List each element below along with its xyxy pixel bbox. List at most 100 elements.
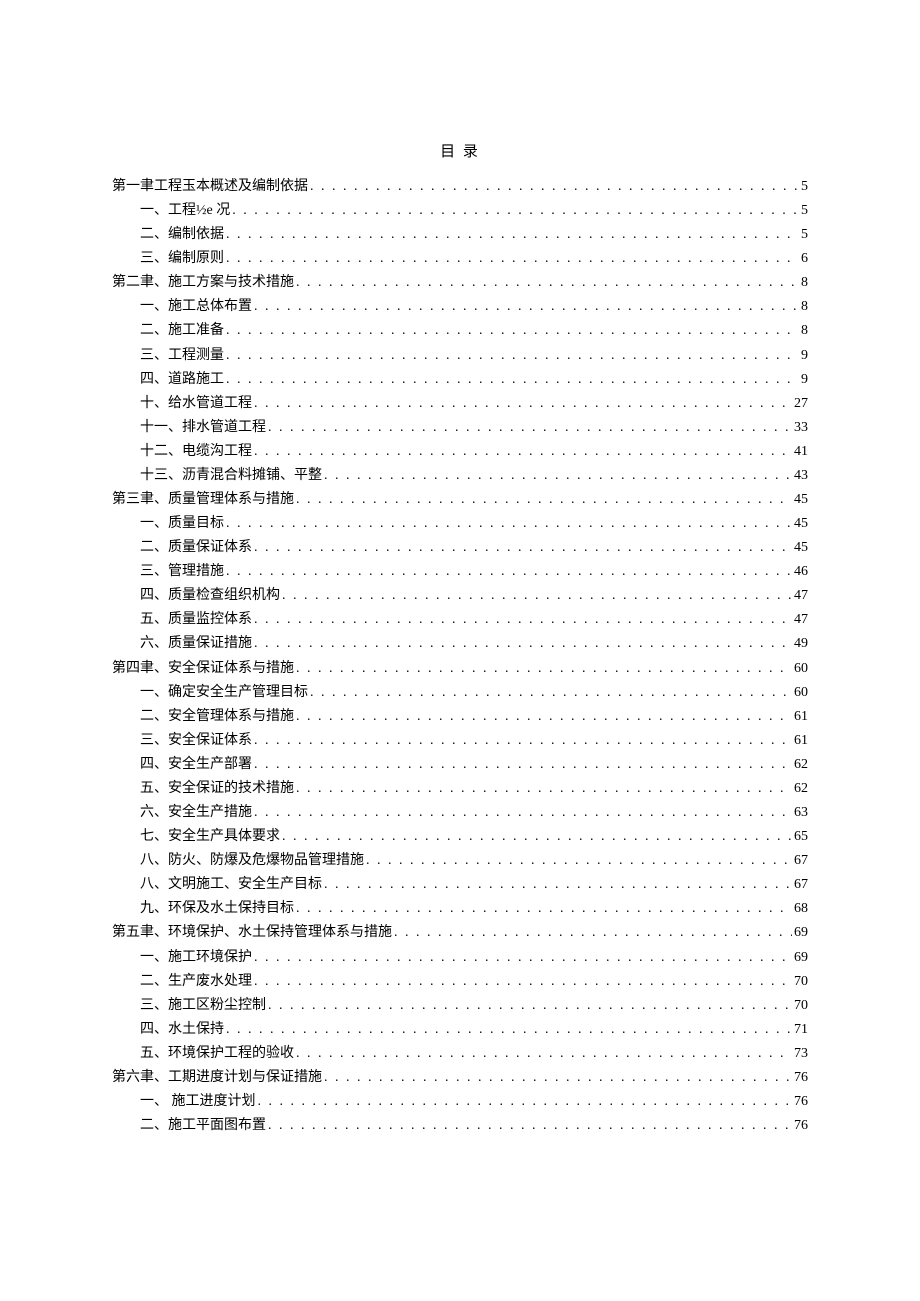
toc-leader-dots [254,970,792,994]
toc-entry-label: 八、防火、防爆及危爆物品管理措施 [140,849,366,873]
toc-leader-dots [366,849,792,873]
toc-leader-dots [282,584,792,608]
toc-entry-label: 一、确定安全生产管理目标 [140,681,310,705]
toc-entry: 二、编制依据 5 [112,223,808,247]
toc-leader-dots [296,271,799,295]
toc-entry-page: 45 [792,512,808,536]
toc-entry-page: 46 [792,560,808,584]
toc-entry-page: 76 [792,1066,808,1090]
toc-entry-page: 67 [792,873,808,897]
toc-entry: 十三、沥青混合料摊铺、平整 43 [112,464,808,488]
toc-entry-label: 三、安全保证体系 [140,729,254,753]
toc-entry-label: 四、道路施工 [140,368,226,392]
toc-entry-page: 61 [792,705,808,729]
toc-entry: 八、防火、防爆及危爆物品管理措施 67 [112,849,808,873]
toc-leader-dots [268,1114,792,1138]
toc-entry: 二、生产废水处理70 [112,970,808,994]
toc-entry-label: 二、质量保证体系 [140,536,254,560]
toc-leader-dots [324,873,792,897]
toc-leader-dots [232,199,799,223]
toc-leader-dots [254,753,792,777]
toc-entry-label: 六、安全生产措施 [140,801,254,825]
toc-entry: 七、安全生产具体要求65 [112,825,808,849]
toc-entry: 三、施工区粉尘控制70 [112,994,808,1018]
toc-entry-label: 五、环境保护工程的验收 [140,1042,296,1066]
toc-entry: 三、安全保证体系61 [112,729,808,753]
toc-entry-page: 73 [792,1042,808,1066]
toc-entry-page: 67 [792,849,808,873]
toc-entry-page: 9 [799,368,808,392]
toc-entry: 第一聿工程玉本概述及编制依据5 [112,175,808,199]
toc-entry: 四、安全生产部署62 [112,753,808,777]
toc-entry-label: 四、水土保持 [140,1018,226,1042]
toc-entry-page: 68 [792,897,808,921]
toc-entry: 二、安全管理体系与措施 61 [112,705,808,729]
toc-entry: 十一、排水管道工程 33 [112,416,808,440]
toc-entry-label: 六、质量保证措施 [140,632,254,656]
toc-entry: 五、环境保护工程的验收 73 [112,1042,808,1066]
toc-entry: 第四聿、安全保证体系与措施60 [112,657,808,681]
toc-leader-dots [226,512,792,536]
toc-entry: 第三聿、质量管理体系与措施45 [112,488,808,512]
toc-entry-page: 41 [792,440,808,464]
toc-entry-label: 二、施工准备 [140,319,226,343]
toc-entry-page: 47 [792,584,808,608]
toc-entry-page: 63 [792,801,808,825]
toc-entry-page: 69 [792,921,808,945]
toc-entry: 一、确定安全生产管理目标60 [112,681,808,705]
toc-entry-label: 一、 施工进度计划 [140,1090,258,1114]
toc-entry: 一、 施工进度计划 76 [112,1090,808,1114]
toc-entry-page: 70 [792,970,808,994]
toc-entry: 二、施工准备8 [112,319,808,343]
toc-entry: 五、安全保证的技术措施 62 [112,777,808,801]
toc-entry-label: 三、管理措施 [140,560,226,584]
toc-entry-page: 6 [799,247,808,271]
toc-entry: 二、施工平面图布置76 [112,1114,808,1138]
toc-entry-page: 45 [792,536,808,560]
toc-entry: 三、管理措施 46 [112,560,808,584]
toc-leader-dots [254,632,792,656]
toc-entry: 三、编制原则 6 [112,247,808,271]
toc-leader-dots [296,1042,792,1066]
toc-entry-label: 十二、电缆沟工程 [140,440,254,464]
toc-entry-page: 43 [792,464,808,488]
toc-entry-page: 45 [792,488,808,512]
toc-entry-label: 三、编制原则 [140,247,226,271]
toc-entry: 六、安全生产措施 63 [112,801,808,825]
toc-entry: 四、道路施工 9 [112,368,808,392]
toc-entry-page: 69 [792,946,808,970]
toc-entry-label: 四、质量检查组织机构 [140,584,282,608]
toc-entry-label: 一、施工总体布置 [140,295,254,319]
toc-entry-label: 一、施工环境保护 [140,946,254,970]
toc-leader-dots [258,1090,793,1114]
toc-entry: 第二聿、施工方案与技术措施8 [112,271,808,295]
toc-entry-page: 70 [792,994,808,1018]
toc-entry-page: 62 [792,777,808,801]
toc-entry: 第六聿、工期进度计划与保证措施76 [112,1066,808,1090]
toc-entry-page: 47 [792,608,808,632]
toc-entry-page: 8 [799,271,808,295]
toc-entry-label: 二、编制依据 [140,223,226,247]
toc-leader-dots [296,657,792,681]
toc-leader-dots [296,777,792,801]
toc-entry-label: 十、给水管道工程 [140,392,254,416]
toc-leader-dots [324,464,792,488]
toc-entry-label: 二、安全管理体系与措施 [140,705,296,729]
toc-entry-label: 十一、排水管道工程 [140,416,268,440]
toc-entry: 八、文明施工、安全生产目标67 [112,873,808,897]
toc-entry: 二、质量保证体系 45 [112,536,808,560]
toc-entry-label: 五、安全保证的技术措施 [140,777,296,801]
toc-entry-page: 76 [792,1090,808,1114]
toc-entry: 三、工程测量9 [112,344,808,368]
toc-leader-dots [254,392,792,416]
toc-entry: 一、工程½e 况5 [112,199,808,223]
toc-container: 第一聿工程玉本概述及编制依据5一、工程½e 况5二、编制依据 5 三、编制原则 6第二… [112,175,808,1138]
toc-entry-page: 33 [792,416,808,440]
toc-entry-page: 5 [799,223,808,247]
toc-entry-label: 七、安全生产具体要求 [140,825,282,849]
toc-entry-page: 8 [799,295,808,319]
toc-leader-dots [296,488,792,512]
toc-entry: 四、质量检查组织机构 47 [112,584,808,608]
toc-entry-label: 十三、沥青混合料摊铺、平整 [140,464,324,488]
toc-leader-dots [254,608,792,632]
